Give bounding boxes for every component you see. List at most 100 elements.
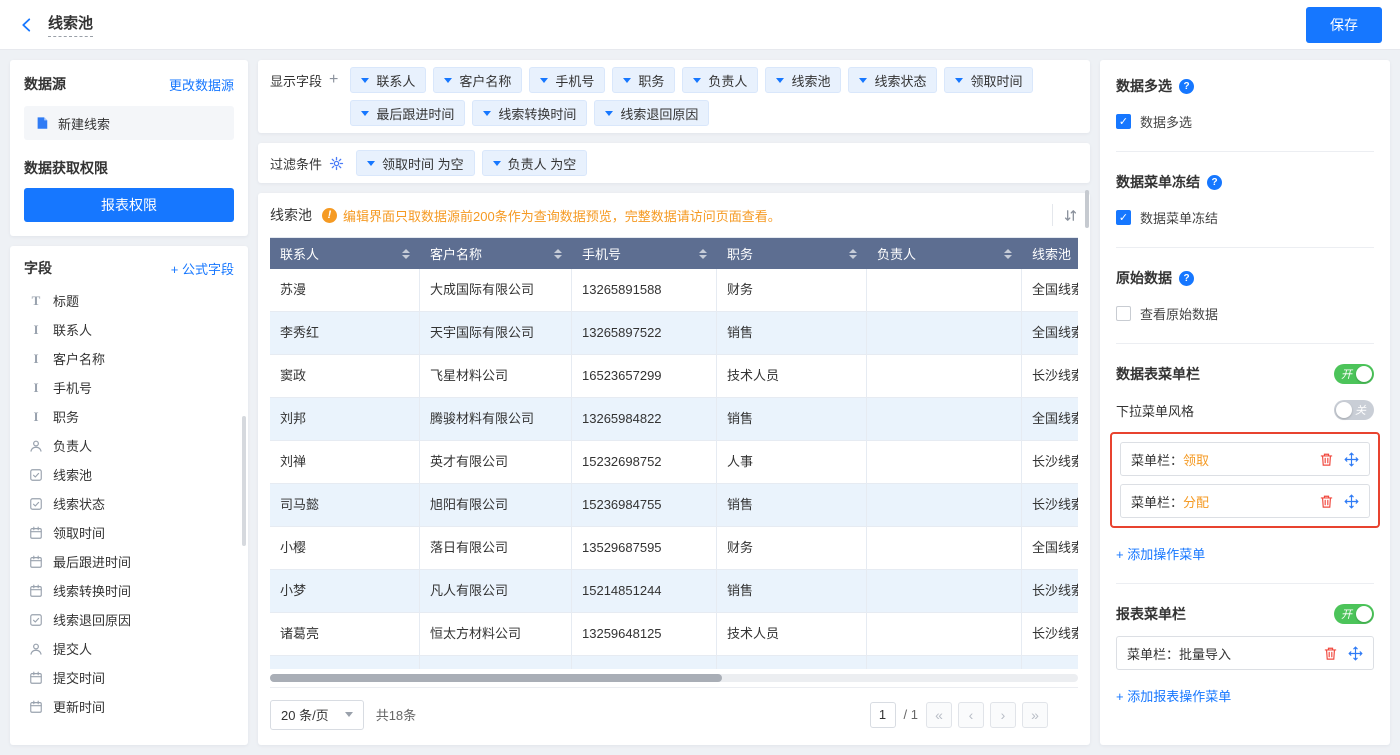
move-icon[interactable] [1344, 494, 1359, 509]
field-item[interactable]: 线索退回原因 [24, 605, 234, 634]
display-field-chip[interactable]: 领取时间 [944, 67, 1033, 93]
menu-item[interactable]: 菜单栏：批量导入 [1116, 636, 1374, 670]
table-cell [270, 656, 420, 669]
add-display-field-button[interactable]: + [329, 72, 338, 88]
field-item[interactable]: 负责人 [24, 431, 234, 460]
column-header[interactable]: 联系人 [270, 238, 420, 269]
back-button[interactable] [18, 16, 36, 34]
column-header[interactable]: 手机号 [572, 238, 717, 269]
last-page-button[interactable]: » [1022, 702, 1048, 728]
column-header[interactable]: 职务 [717, 238, 867, 269]
column-header[interactable]: 线索池 [1022, 238, 1078, 269]
page-title[interactable]: 线索池 [48, 12, 93, 37]
checkbox-checked-icon [1116, 210, 1131, 225]
page-size-value: 20 条/页 [281, 705, 329, 724]
field-list: T标题I联系人I客户名称I手机号I职务负责人线索池线索状态领取时间最后跟进时间线… [24, 286, 234, 721]
multi-select-section: 数据多选 数据多选 [1116, 76, 1374, 131]
chevron-down-icon [955, 78, 963, 83]
field-item[interactable]: 提交时间 [24, 663, 234, 692]
table-cell: 李秀红 [270, 312, 420, 355]
display-field-chip[interactable]: 客户名称 [433, 67, 522, 93]
multi-select-checkbox[interactable]: 数据多选 [1116, 112, 1374, 131]
display-field-chip[interactable]: 负责人 [682, 67, 758, 93]
table-row[interactable]: 刘邦腾骏材料有限公司13265984822销售全国线索 [270, 398, 1078, 441]
display-field-chip[interactable]: 联系人 [350, 67, 426, 93]
filter-chip[interactable]: 负责人 为空 [482, 150, 588, 176]
display-field-chip[interactable]: 职务 [612, 67, 675, 93]
field-item[interactable]: T标题 [24, 286, 234, 315]
table-row[interactable]: 李秀红天宇国际有限公司13265897522销售全国线索 [270, 312, 1078, 355]
menu-item-prefix: 菜单栏： [1131, 495, 1183, 510]
page-number-input[interactable]: 1 [870, 702, 896, 728]
table-row[interactable]: 小梦凡人有限公司15214851244销售长沙线索 [270, 570, 1078, 613]
scrollbar-thumb[interactable] [1085, 190, 1089, 228]
table-row[interactable]: 小樱落日有限公司13529687595财务全国线索 [270, 527, 1078, 570]
first-page-button[interactable]: « [926, 702, 952, 728]
page-size-select[interactable]: 20 条/页 [270, 700, 364, 730]
checkbox-unchecked-icon [1116, 306, 1131, 321]
field-item[interactable]: 最后跟进时间 [24, 547, 234, 576]
field-item[interactable]: I手机号 [24, 373, 234, 402]
prev-page-button[interactable]: ‹ [958, 702, 984, 728]
filter-chip[interactable]: 领取时间 为空 [356, 150, 475, 176]
field-item[interactable]: I职务 [24, 402, 234, 431]
move-icon[interactable] [1348, 646, 1363, 661]
field-item[interactable]: I联系人 [24, 315, 234, 344]
display-field-chip[interactable]: 线索退回原因 [594, 100, 709, 126]
move-icon[interactable] [1344, 452, 1359, 467]
field-item[interactable]: 线索状态 [24, 489, 234, 518]
help-icon[interactable] [1207, 175, 1222, 190]
change-datasource-link[interactable]: 更改数据源 [169, 75, 234, 94]
menu-item[interactable]: 菜单栏：分配 [1120, 484, 1370, 518]
table-row[interactable] [270, 656, 1078, 669]
table-menu-title: 数据表菜单栏 [1116, 364, 1200, 384]
filter-settings-icon[interactable] [329, 156, 344, 171]
display-field-chip[interactable]: 最后跟进时间 [350, 100, 465, 126]
scrollbar-thumb[interactable] [270, 674, 722, 682]
display-field-chip[interactable]: 手机号 [529, 67, 605, 93]
table-row[interactable]: 苏漫大成国际有限公司13265891588财务全国线索 [270, 269, 1078, 312]
chevron-down-icon [776, 78, 784, 83]
add-action-menu-link[interactable]: + 添加操作菜单 [1116, 544, 1205, 563]
column-header[interactable]: 客户名称 [420, 238, 572, 269]
report-menu-toggle[interactable]: 开 [1334, 604, 1374, 624]
sort-carets-icon [1004, 249, 1012, 259]
column-header[interactable]: 负责人 [867, 238, 1022, 269]
scrollbar-thumb[interactable] [242, 416, 246, 546]
help-icon[interactable] [1179, 271, 1194, 286]
field-item[interactable]: 领取时间 [24, 518, 234, 547]
document-icon [34, 116, 50, 130]
menu-freeze-checkbox[interactable]: 数据菜单冻结 [1116, 208, 1374, 227]
field-item[interactable]: 更新时间 [24, 692, 234, 721]
delete-icon[interactable] [1319, 452, 1334, 467]
field-item[interactable]: 线索转换时间 [24, 576, 234, 605]
field-item[interactable]: 提交人 [24, 634, 234, 663]
delete-icon[interactable] [1319, 494, 1334, 509]
horizontal-scrollbar[interactable] [270, 674, 1078, 682]
dropdown-style-toggle[interactable]: 关 [1334, 400, 1374, 420]
menu-item[interactable]: 菜单栏：领取 [1120, 442, 1370, 476]
table-row[interactable]: 诸葛亮恒太方材料公司13259648125技术人员长沙线索 [270, 613, 1078, 656]
display-field-chip[interactable]: 线索池 [765, 67, 841, 93]
table-cell: 落日有限公司 [420, 527, 572, 570]
field-item[interactable]: 线索池 [24, 460, 234, 489]
delete-icon[interactable] [1323, 646, 1338, 661]
report-permission-button[interactable]: 报表权限 [24, 188, 234, 222]
add-formula-field-link[interactable]: + 公式字段 [171, 259, 234, 278]
field-item[interactable]: I客户名称 [24, 344, 234, 373]
table-row[interactable]: 窦政飞星材料公司16523657299技术人员长沙线索 [270, 355, 1078, 398]
save-button[interactable]: 保存 [1306, 7, 1382, 43]
display-field-chip[interactable]: 线索转换时间 [472, 100, 587, 126]
raw-data-checkbox[interactable]: 查看原始数据 [1116, 304, 1374, 323]
table-menu-toggle[interactable]: 开 [1334, 364, 1374, 384]
next-page-button[interactable]: › [990, 702, 1016, 728]
help-icon[interactable] [1179, 79, 1194, 94]
sort-order-icon[interactable] [1052, 204, 1078, 226]
table-row[interactable]: 司马懿旭阳有限公司15236984755销售长沙线索 [270, 484, 1078, 527]
table-row[interactable]: 刘禅英才有限公司15232698752人事长沙线索 [270, 441, 1078, 484]
permission-title: 数据获取权限 [24, 158, 234, 178]
add-report-menu-link[interactable]: + 添加报表操作菜单 [1116, 686, 1231, 705]
datasource-item[interactable]: 新建线索 [24, 106, 234, 140]
display-field-chip[interactable]: 线索状态 [848, 67, 937, 93]
column-header-label: 联系人 [280, 244, 319, 263]
